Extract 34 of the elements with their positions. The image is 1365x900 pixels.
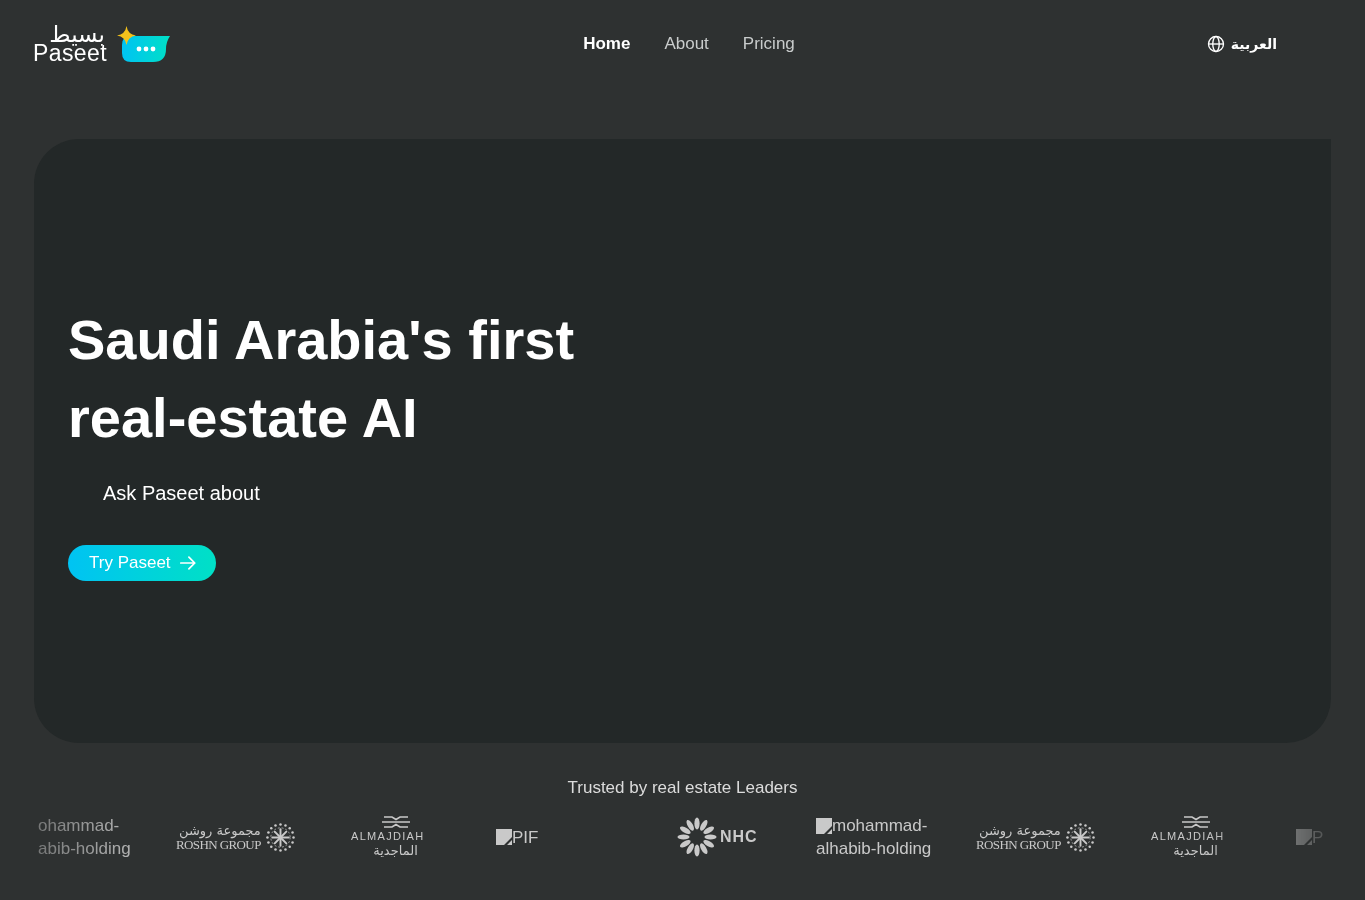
logo-alt-text: alhabib-holding: [816, 838, 932, 860]
nav-link[interactable]: About: [664, 34, 709, 54]
partner-logo-text: ALMAJDIAH: [351, 830, 425, 842]
nav-link[interactable]: Pricing: [742, 34, 795, 54]
stacked-lines-icon: [379, 816, 412, 828]
partners-heading: Trusted by real estate Leaders: [566, 778, 799, 798]
logo-alt-text: ohammad-: [38, 815, 121, 837]
partner-logo-text: ROSHN GROUP: [176, 837, 261, 852]
logo-alt-text: PIF: [512, 826, 539, 849]
partner-logo-text: ALMAJDIAH: [1151, 830, 1225, 842]
hero-title: Saudi Arabia's first real-estate AI: [68, 307, 576, 451]
hero-subtitle: Ask Paseet about: [103, 481, 260, 505]
partner-logo-arabic-text: الماجدية: [373, 844, 418, 858]
broken-image-icon: [1296, 829, 1312, 845]
star-ornament-icon: [1065, 822, 1095, 852]
broken-image-icon: [496, 829, 512, 845]
globe-icon: [1206, 35, 1225, 53]
star-ornament-icon: [265, 822, 295, 852]
language-button[interactable]: العربية: [1206, 35, 1277, 53]
chat-bubble-icon: [122, 36, 170, 62]
flower-icon: [677, 817, 717, 857]
partner-logo-arabic-text: مجموعة روشن: [979, 822, 1061, 838]
partner-logo-text: NHC: [720, 828, 758, 846]
logo-alt-text: mohammad-: [832, 815, 928, 837]
arrow-right-icon: [178, 554, 197, 572]
logo-text: Paseet: [33, 42, 107, 63]
sparkle-icon: [117, 26, 136, 45]
logo-alt-text: abib-holding: [38, 838, 131, 860]
partner-logo-arabic-text: مجموعة روشن: [179, 822, 261, 838]
broken-image-icon: [816, 817, 832, 834]
partner-logo-text: ROSHN GROUP: [976, 837, 1061, 852]
partner-logo-arabic-text: الماجدية: [1173, 844, 1218, 858]
stacked-lines-icon: [1179, 816, 1212, 828]
nav-link[interactable]: Home: [583, 34, 631, 54]
